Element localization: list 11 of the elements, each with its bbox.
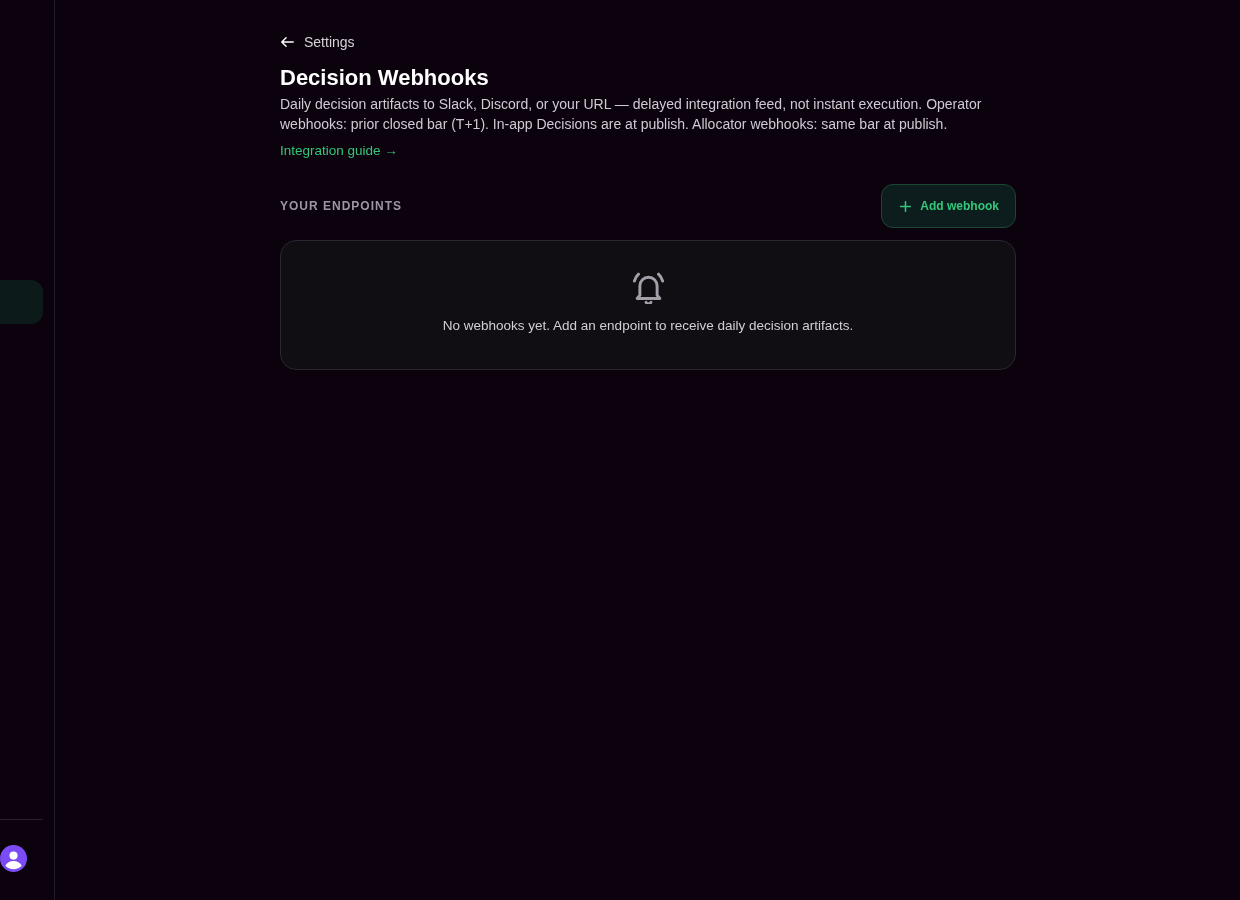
bell-icon xyxy=(632,272,664,304)
arrow-left-icon xyxy=(281,37,294,47)
page-description: Daily decision artifacts to Slack, Discord, or your URL — delayed integration feed, not instant execution. Operator webhooks: prior closed bar (T+1). In-app Decisions are at publish. Allocator webhooks: same bar at publish. xyxy=(280,95,983,134)
back-link[interactable]: Settings xyxy=(281,32,355,52)
plus-icon xyxy=(900,200,912,212)
integration-guide-link[interactable]: Integration guide → xyxy=(280,142,398,160)
add-webhook-button[interactable]: Add webhook xyxy=(881,184,1016,228)
empty-state-message: No webhooks yet. Add an endpoint to receive daily decision artifacts. xyxy=(442,317,854,335)
section-heading: YOUR ENDPOINTS xyxy=(280,199,402,213)
user-avatar-icon[interactable] xyxy=(0,845,27,872)
page-title: Decision Webhooks xyxy=(280,64,489,92)
